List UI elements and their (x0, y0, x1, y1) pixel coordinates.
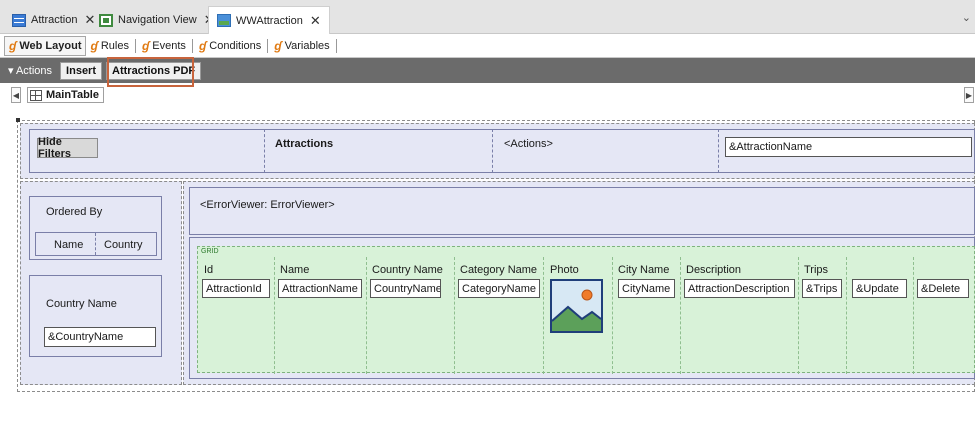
cell-divider (492, 129, 493, 173)
table-icon (30, 89, 42, 101)
grid-title: GRID (201, 248, 219, 255)
tab-rules[interactable]: ɠ Rules (86, 36, 132, 56)
actions-dropdown[interactable]: ▾ Actions (8, 64, 52, 77)
tab-navigation-view-label: Navigation View (118, 14, 197, 26)
grid-column-city-name[interactable]: City Name CityName (613, 257, 681, 374)
grid-header-trips: Trips (804, 264, 829, 276)
insert-button[interactable]: Insert (60, 61, 103, 80)
grid-column-category-name[interactable]: Category Name CategoryName (455, 257, 544, 374)
update-field[interactable]: &Update (852, 279, 907, 298)
tab-overflow-chevron-icon[interactable]: ⌄ (962, 11, 971, 24)
genexus-icon: ɠ (274, 38, 282, 53)
tab-events[interactable]: ɠ Events (138, 36, 190, 56)
country-name-field[interactable]: &CountryName (44, 327, 156, 347)
attraction-description-field[interactable]: AttractionDescription (684, 279, 795, 298)
grid-column-id[interactable]: Id AttractionId (198, 257, 275, 374)
close-icon[interactable]: ✕ (310, 13, 321, 29)
grid-header-photo: Photo (550, 264, 579, 276)
grid-column-description[interactable]: Description AttractionDescription (681, 257, 799, 374)
tab-separator (335, 38, 337, 53)
web-panel-icon (217, 14, 231, 27)
tab-web-layout-label: Web Layout (19, 39, 82, 52)
cell-divider (95, 233, 96, 255)
attraction-id-field[interactable]: AttractionId (202, 279, 270, 298)
tab-attraction[interactable]: Attraction ✕ (12, 9, 95, 31)
transaction-icon (12, 13, 26, 27)
grid-header-country-name: Country Name (372, 264, 443, 276)
genexus-icon: ɠ (141, 38, 150, 53)
grid-header-description: Description (686, 264, 742, 276)
order-option-name[interactable]: Name (54, 239, 83, 251)
tab-separator (267, 38, 269, 53)
grid-header-category-name: Category Name (460, 264, 538, 276)
design-canvas: Hide Filters Attractions <Actions> &Attr… (0, 105, 975, 442)
document-tab-bar: Attraction ✕ Navigation View ✕ WWAttract… (0, 0, 975, 34)
delete-field[interactable]: &Delete (917, 279, 969, 298)
cell-divider (264, 129, 265, 173)
grid-column-photo[interactable]: Photo (544, 257, 613, 374)
selection-handle[interactable] (16, 118, 20, 122)
category-name-field[interactable]: CategoryName (458, 279, 540, 298)
grid-column-trips[interactable]: Trips &Trips (799, 257, 847, 374)
landscape-image-icon (552, 281, 601, 331)
error-viewer-panel (189, 187, 975, 235)
navigation-view-icon (99, 13, 113, 27)
scroll-left-icon[interactable]: ◀ (11, 87, 21, 103)
close-icon[interactable]: ✕ (84, 12, 95, 28)
tab-conditions[interactable]: ɠ Conditions (195, 36, 265, 56)
tab-rules-label: Rules (100, 39, 129, 52)
attractions-pdf-button[interactable]: Attractions PDF (106, 61, 202, 80)
tab-attraction-label: Attraction (31, 14, 78, 26)
tab-separator (191, 38, 193, 53)
image-placeholder-icon[interactable] (550, 279, 603, 333)
trips-field[interactable]: &Trips (802, 279, 842, 298)
attraction-name-search-field[interactable]: &AttractionName (725, 137, 972, 157)
actions-placeholder: <Actions> (504, 138, 553, 150)
scroll-right-icon[interactable]: ▶ (964, 87, 974, 103)
page-title: Attractions (275, 138, 334, 150)
grid-header-id: Id (204, 264, 214, 276)
tab-separator (134, 38, 136, 53)
attractions-grid[interactable]: GRID Id AttractionId Name AttractionName… (197, 246, 975, 374)
attraction-name-field[interactable]: AttractionName (278, 279, 362, 298)
tab-navigation-view[interactable]: Navigation View ✕ (99, 9, 215, 31)
tab-conditions-label: Conditions (209, 39, 262, 52)
genexus-icon: ɠ (9, 38, 17, 53)
grid-header-city-name: City Name (618, 264, 670, 276)
grid-header-name: Name (280, 264, 310, 276)
grid-column-country-name[interactable]: Country Name CountryName (367, 257, 455, 374)
tab-events-label: Events (152, 39, 186, 52)
grid-column-name[interactable]: Name AttractionName (275, 257, 367, 374)
genexus-icon: ɠ (90, 38, 98, 53)
grid-column-delete[interactable]: &Delete (914, 257, 975, 374)
hide-filters-button[interactable]: Hide Filters (37, 136, 98, 160)
country-name-grid-field[interactable]: CountryName (370, 279, 441, 298)
breadcrumb: ◀ MainTable ▶ (0, 85, 975, 105)
tab-wwattraction-label: WWAttraction (236, 14, 303, 27)
error-viewer: <ErrorViewer: ErrorViewer> (200, 199, 335, 211)
breadcrumb-maintable[interactable]: MainTable (27, 87, 104, 103)
cell-divider (718, 129, 719, 173)
genexus-icon: ɠ (198, 38, 207, 53)
tab-web-layout[interactable]: ɠ Web Layout (4, 35, 87, 56)
city-name-field[interactable]: CityName (618, 279, 675, 298)
tab-wwattraction[interactable]: WWAttraction ✕ (208, 6, 330, 34)
actions-bar: ▾ Actions Insert Attractions PDF (0, 58, 975, 83)
tab-variables-label: Variables (284, 39, 330, 52)
breadcrumb-maintable-label: MainTable (46, 89, 99, 101)
grid-column-update[interactable]: &Update (847, 257, 914, 374)
ordered-by-label: Ordered By (46, 206, 103, 218)
country-name-label: Country Name (46, 298, 117, 310)
editor-tab-bar: ɠ Web Layout ɠ Rules ɠ Events ɠ Conditio… (0, 34, 975, 58)
tab-variables[interactable]: ɠ Variables (270, 36, 333, 56)
order-option-country[interactable]: Country (104, 239, 143, 251)
